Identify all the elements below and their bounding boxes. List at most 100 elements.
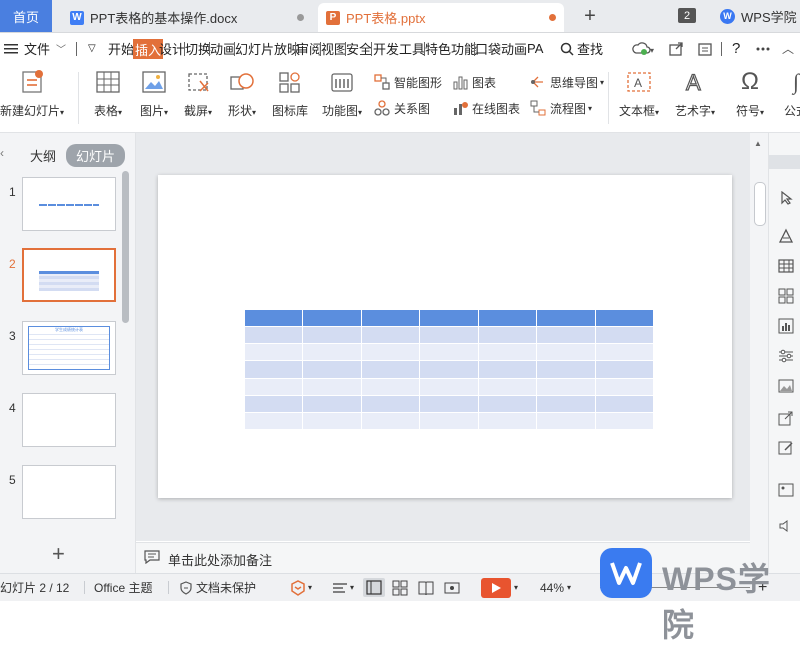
speaker-view-icon[interactable] (444, 574, 460, 601)
table-cell[interactable] (420, 327, 479, 345)
tab-home[interactable]: 首页 (0, 0, 52, 32)
flowchart-button[interactable]: 流程图 ▾ (530, 98, 592, 118)
table-cell[interactable] (245, 395, 304, 413)
table-cell[interactable] (361, 361, 421, 379)
quick-access-chevron-icon[interactable]: ▽ (88, 33, 96, 64)
table-cell[interactable] (303, 361, 362, 379)
mind-map-button[interactable]: 思维导图 ▾ (530, 72, 604, 92)
menu-security[interactable]: 安全 (346, 33, 372, 64)
more-icon[interactable] (756, 33, 770, 64)
menu-slideshow[interactable]: 幻灯片放映 (235, 33, 300, 64)
tab-doc[interactable]: W PPT表格的基本操作.docx (62, 3, 312, 32)
collapse-ribbon-icon[interactable]: ︿ (782, 33, 794, 64)
align-menu-icon[interactable]: ▾ (332, 574, 354, 601)
tab-doc-close-icon[interactable] (297, 14, 304, 21)
table-cell[interactable] (245, 344, 304, 362)
smart-art-button[interactable]: 智能图形 (374, 72, 442, 92)
play-slideshow-button[interactable] (481, 578, 511, 598)
search-button[interactable]: 查找 (560, 33, 603, 64)
relation-button[interactable]: 关系图 (374, 98, 430, 118)
slide[interactable] (158, 175, 732, 498)
textbox-button[interactable]: A 文本框▾ (616, 68, 662, 119)
table-cell[interactable] (303, 378, 362, 396)
tab-outline[interactable]: 大纲 (30, 146, 56, 165)
screenshot-button[interactable]: 截屏▾ (178, 68, 218, 119)
table-cell[interactable] (303, 412, 362, 430)
menu-design[interactable]: 设计 (159, 33, 185, 64)
chart-button[interactable]: 图表 (452, 72, 496, 92)
table-cell[interactable] (595, 344, 654, 362)
table-cell[interactable] (303, 395, 362, 413)
table-cell[interactable] (361, 412, 421, 430)
table-cell[interactable] (420, 378, 479, 396)
table-cell[interactable] (595, 378, 654, 396)
image-pane-icon[interactable] (777, 377, 795, 395)
table-cell[interactable] (303, 327, 362, 345)
help-icon[interactable]: ? (732, 33, 740, 64)
table-cell[interactable] (537, 344, 596, 362)
cloud-sync-icon[interactable]: ▾ (632, 33, 658, 64)
table-cell[interactable] (245, 378, 304, 396)
shape-button[interactable]: 形状▾ (222, 68, 262, 119)
table-cell[interactable] (478, 412, 538, 430)
panel-scrollbar[interactable] (122, 171, 129, 323)
table-cell[interactable] (361, 395, 421, 413)
play-options-chevron-icon[interactable]: ▾ (514, 574, 518, 601)
table-cell[interactable] (420, 412, 479, 430)
table-cell[interactable] (595, 327, 654, 345)
shape-fill-icon[interactable] (777, 227, 795, 245)
table-cell[interactable] (537, 361, 596, 379)
share-pane-icon[interactable] (777, 409, 795, 427)
scroll-thumb[interactable] (754, 182, 766, 226)
menu-pa[interactable]: PA (527, 33, 543, 64)
table-cell[interactable] (478, 395, 538, 413)
tab-ppt-active[interactable]: P PPT表格.pptx (318, 3, 564, 32)
doc-protect-status[interactable]: 文档未保护 (180, 574, 256, 601)
slide-thumbnail-5[interactable] (22, 465, 116, 519)
chart-pane-icon[interactable] (777, 317, 795, 335)
table-cell[interactable] (303, 344, 362, 362)
menu-view[interactable]: 视图 (321, 33, 347, 64)
table-header-cell[interactable] (537, 310, 596, 328)
slide-table[interactable] (245, 310, 654, 430)
menu-review[interactable]: 审阅 (296, 33, 322, 64)
table-cell[interactable] (478, 327, 538, 345)
export-icon[interactable] (697, 33, 713, 64)
gallery-icon[interactable] (777, 481, 795, 499)
slide-thumbnail-2[interactable] (22, 248, 116, 302)
reading-view-icon[interactable] (418, 574, 434, 601)
table-cell[interactable] (478, 361, 538, 379)
share-icon[interactable] (668, 33, 684, 64)
table-style-icon[interactable] (777, 257, 795, 275)
edit-pane-icon[interactable] (777, 439, 795, 457)
table-cell[interactable] (478, 344, 538, 362)
menu-developer[interactable]: 开发工具 (373, 33, 425, 64)
notes-placeholder[interactable]: 单击此处添加备注 (168, 550, 272, 569)
zoom-level[interactable]: 44% ▾ (540, 574, 571, 601)
new-tab-plus-icon[interactable]: + (578, 4, 602, 28)
wordart-button[interactable]: A 艺术字▾ (672, 68, 718, 119)
table-cell[interactable] (245, 412, 304, 430)
table-cell[interactable] (420, 344, 479, 362)
table-cell[interactable] (537, 378, 596, 396)
wps-academy-link[interactable]: W WPS学院 (720, 5, 797, 27)
table-cell[interactable] (537, 412, 596, 430)
icon-library-button[interactable]: 图标库 (270, 68, 310, 119)
table-cell[interactable] (537, 395, 596, 413)
table-cell[interactable] (420, 361, 479, 379)
new-slide-button[interactable]: 新建幻灯片▾ (0, 68, 64, 119)
table-cell[interactable] (245, 327, 304, 345)
menu-transition[interactable]: 切换 (185, 33, 211, 64)
table-header-cell[interactable] (478, 310, 538, 328)
normal-view-button[interactable] (363, 578, 385, 597)
theme-name[interactable]: Office 主题 (94, 574, 152, 601)
slide-thumbnail-4[interactable] (22, 393, 116, 447)
table-cell[interactable] (361, 344, 421, 362)
symbol-button[interactable]: Ω 符号▾ (730, 68, 770, 119)
menu-special-features[interactable]: 特色功能 (425, 33, 477, 64)
menu-pocket-animation[interactable]: 口袋动画 (475, 33, 527, 64)
table-header-cell[interactable] (420, 310, 479, 328)
audio-icon[interactable] (777, 517, 795, 535)
table-button[interactable]: 表格▾ (88, 68, 128, 119)
menu-file[interactable]: 文件 ﹀ (24, 33, 66, 64)
